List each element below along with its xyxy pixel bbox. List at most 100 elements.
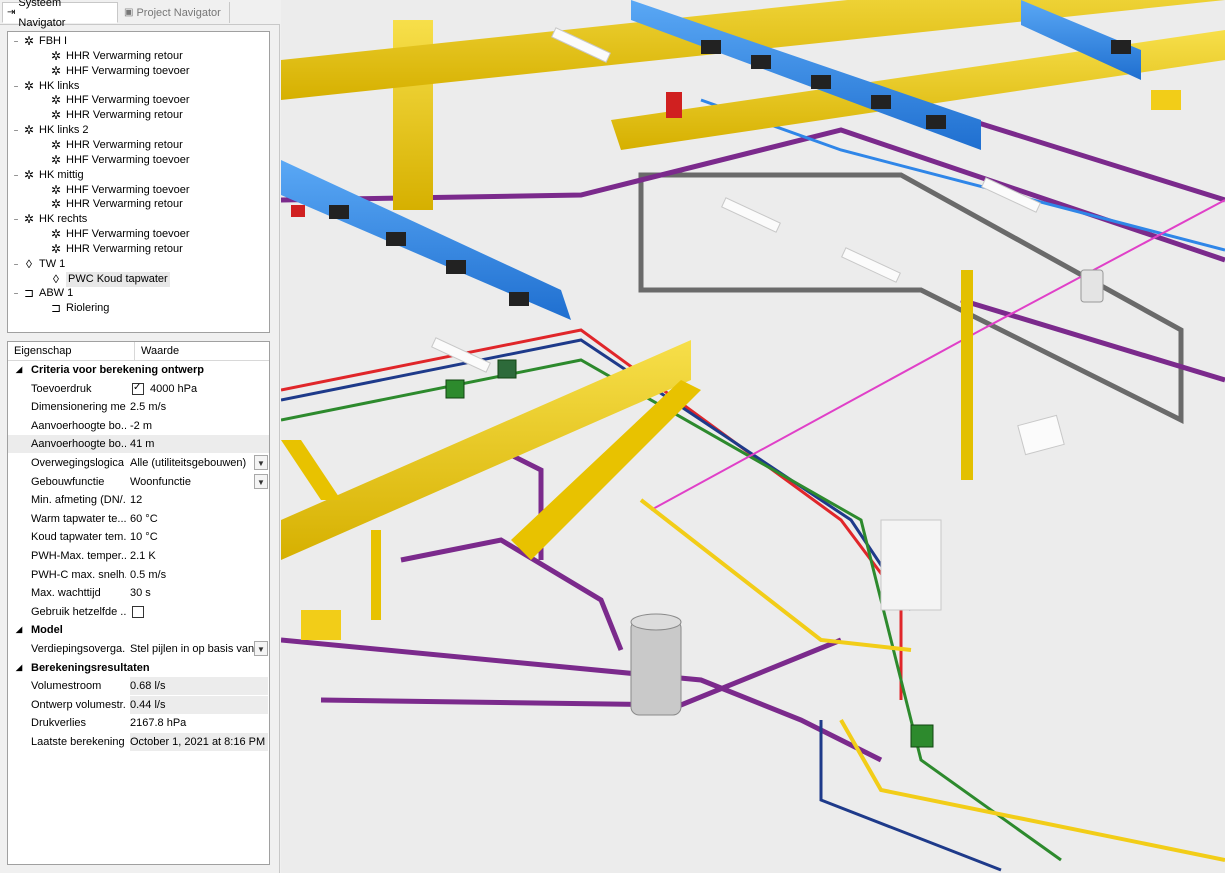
property-value[interactable]: 12 <box>130 491 268 509</box>
property-row[interactable]: Aanvoerhoogte bo... 41 m <box>8 435 269 454</box>
property-value[interactable]: 30 s <box>130 584 268 602</box>
tree-subsystem-node[interactable]: ✲ HHF Verwarming toevoer <box>48 93 190 108</box>
dropdown-arrow-icon[interactable]: ▼ <box>254 641 268 656</box>
property-value[interactable]: 2167.8 hPa <box>130 714 268 732</box>
property-value[interactable]: 0.44 l/s <box>130 695 268 714</box>
tree-subsystem-node[interactable]: ✲ HHR Verwarming retour <box>48 49 183 64</box>
property-group-title: Model <box>31 624 63 637</box>
3d-model-viewport[interactable] <box>281 0 1225 873</box>
property-value[interactable]: 41 m <box>130 435 268 453</box>
property-row[interactable]: PWH-Max. temper... 2.1 K <box>8 547 269 565</box>
tree-expander-icon[interactable]: − <box>11 168 21 183</box>
tree-system-node[interactable]: − ✲ HK mittig <box>11 168 84 183</box>
property-row[interactable]: Gebouwfunctie Woonfunctie ▼ <box>8 473 269 491</box>
property-value[interactable]: 2.5 m/s <box>130 398 268 416</box>
heating-snowflake-icon: ✲ <box>23 34 35 48</box>
property-row[interactable]: Toevoerdruk 4000 hPa <box>8 380 269 398</box>
property-row[interactable]: Warm tapwater te... 60 °C <box>8 510 269 528</box>
water-drop-icon: ◊ <box>53 271 59 286</box>
tree-node-label: HHF Verwarming toevoer <box>66 94 190 107</box>
tree-system-node[interactable]: − ✲ FBH I <box>11 34 67 49</box>
property-group-header[interactable]: ◢ Model <box>8 621 269 639</box>
property-value[interactable]: 4000 hPa <box>130 380 268 398</box>
dropdown-arrow-icon[interactable]: ▼ <box>254 473 268 489</box>
tab-systeem-navigator[interactable]: ⇥ Systeem Navigator <box>2 0 118 29</box>
tree-expander-icon[interactable]: − <box>11 123 21 138</box>
collapse-triangle-icon[interactable]: ◢ <box>16 361 22 379</box>
property-value-text: 2.1 K <box>130 550 156 562</box>
property-value[interactable]: Stel pijlen in op basis van str <box>130 640 268 658</box>
tree-subsystem-node[interactable]: ✲ HHF Verwarming toevoer <box>48 153 190 168</box>
tree-node-label: HHF Verwarming toevoer <box>66 228 190 241</box>
property-row[interactable]: Min. afmeting (DN/... 12 <box>8 491 269 509</box>
tree-node-label: HK links <box>39 79 80 92</box>
tree-system-node[interactable]: − ◊ TW 1 <box>11 257 66 272</box>
tree-expander-icon[interactable]: − <box>11 34 21 49</box>
property-value[interactable]: 0.68 l/s <box>130 677 268 696</box>
property-value[interactable]: 0.5 m/s <box>130 566 268 584</box>
property-row[interactable]: Dimensionering me... 2.5 m/s <box>8 398 269 416</box>
system-tree[interactable]: − ✲ FBH I ✲ HHR Verwarming retour ✲ HHF Verwar… <box>7 31 270 333</box>
property-value[interactable]: 10 °C <box>130 528 268 546</box>
collapse-triangle-icon[interactable]: ◢ <box>16 621 22 639</box>
property-row[interactable]: Verdiepingsoverga... Stel pijlen in op ba… <box>8 640 269 658</box>
property-row[interactable]: Overwegingslogica Alle (utiliteitsgebouwe… <box>8 454 269 472</box>
property-row[interactable]: Laatste berekening October 1, 2021 at 8:1… <box>8 733 269 751</box>
property-checkbox[interactable] <box>132 605 144 618</box>
tree-subsystem-node[interactable]: ✲ HHF Verwarming toevoer <box>48 183 190 198</box>
tree-system-node[interactable]: − ✲ HK links 2 <box>11 123 89 138</box>
tree-subsystem-node[interactable]: ✲ HHR Verwarming retour <box>48 242 183 257</box>
property-row[interactable]: Koud tapwater tem... 10 °C <box>8 528 269 546</box>
heating-snowflake-icon: ✲ <box>50 227 62 242</box>
tree-subsystem-node[interactable]: ✲ HHR Verwarming retour <box>48 108 183 123</box>
property-row[interactable]: Volumestroom 0.68 l/s <box>8 677 269 696</box>
property-group-header[interactable]: ◢ Criteria voor berekening ontwerp <box>8 361 269 379</box>
tree-subsystem-node[interactable]: ✲ HHR Verwarming retour <box>48 138 183 153</box>
property-value[interactable]: October 1, 2021 at 8:16 PM <box>130 733 268 751</box>
tab-project-navigator[interactable]: ▣ Project Navigator <box>120 2 230 23</box>
tree-expander-icon[interactable]: − <box>11 79 21 94</box>
tree-subsystem-node[interactable]: ⊐ Riolering <box>48 301 109 316</box>
property-grid-header: Eigenschap Waarde <box>8 342 269 361</box>
tree-subsystem-node[interactable]: ✲ HHR Verwarming retour <box>48 197 183 212</box>
tree-subsystem-node[interactable]: ✲ HHF Verwarming toevoer <box>48 227 190 242</box>
property-row[interactable]: Aanvoerhoogte bo... -2 m <box>8 417 269 435</box>
tree-system-node[interactable]: − ⊐ ABW 1 <box>11 286 74 301</box>
property-checkbox[interactable] <box>132 380 144 397</box>
heating-snowflake-icon: ✲ <box>50 241 62 256</box>
tree-expander-icon[interactable]: − <box>11 212 21 227</box>
tree-node-label: HHR Verwarming retour <box>66 138 183 151</box>
property-row[interactable]: Max. wachttijd 30 s <box>8 584 269 602</box>
property-group-header[interactable]: ◢ Berekeningsresultaten <box>8 659 269 677</box>
property-value[interactable]: -2 m <box>130 417 268 435</box>
tree-subsystem-node[interactable]: ◊ PWC Koud tapwater <box>48 271 170 287</box>
property-name: Volumestroom <box>31 680 102 693</box>
tree-expander-icon[interactable]: − <box>11 286 21 301</box>
property-name: Dimensionering me... <box>31 401 126 414</box>
tree-subsystem-node[interactable]: ✲ HHF Verwarming toevoer <box>48 64 190 79</box>
property-grid[interactable]: Eigenschap Waarde ◢ Criteria voor bereken… <box>7 341 270 865</box>
tree-expander-icon[interactable]: − <box>11 257 21 272</box>
tree-system-node[interactable]: − ✲ HK links <box>11 79 80 94</box>
property-row[interactable]: PWH-C max. snelh... 0.5 m/s <box>8 566 269 584</box>
tree-system-node[interactable]: − ✲ HK rechts <box>11 212 88 227</box>
property-row[interactable]: Gebruik hetzelfde ... <box>8 603 269 621</box>
property-value[interactable]: 2.1 K <box>130 547 268 565</box>
property-row[interactable]: Ontwerp volumestr... 0.44 l/s <box>8 695 269 714</box>
tree-node-label: ABW 1 <box>39 287 74 300</box>
drain-pipe-icon: ⊐ <box>50 301 62 316</box>
property-value[interactable] <box>130 603 268 621</box>
property-value[interactable]: Woonfunctie <box>130 473 268 491</box>
column-header-eigenschap[interactable]: Eigenschap <box>8 342 135 360</box>
property-value[interactable]: 60 °C <box>130 510 268 528</box>
property-value[interactable]: Alle (utiliteitsgebouwen) <box>130 454 268 472</box>
dropdown-arrow-icon[interactable]: ▼ <box>254 455 268 470</box>
column-header-waarde[interactable]: Waarde <box>135 342 179 360</box>
tree-node-label: HK mittig <box>39 168 84 181</box>
property-value-text: 0.68 l/s <box>130 680 166 693</box>
tree-node-label: HHR Verwarming retour <box>66 49 183 62</box>
property-row[interactable]: Drukverlies 2167.8 hPa <box>8 714 269 732</box>
tree-node-label: FBH I <box>39 35 68 47</box>
collapse-triangle-icon[interactable]: ◢ <box>16 659 22 677</box>
property-name: Max. wachttijd <box>31 587 101 600</box>
